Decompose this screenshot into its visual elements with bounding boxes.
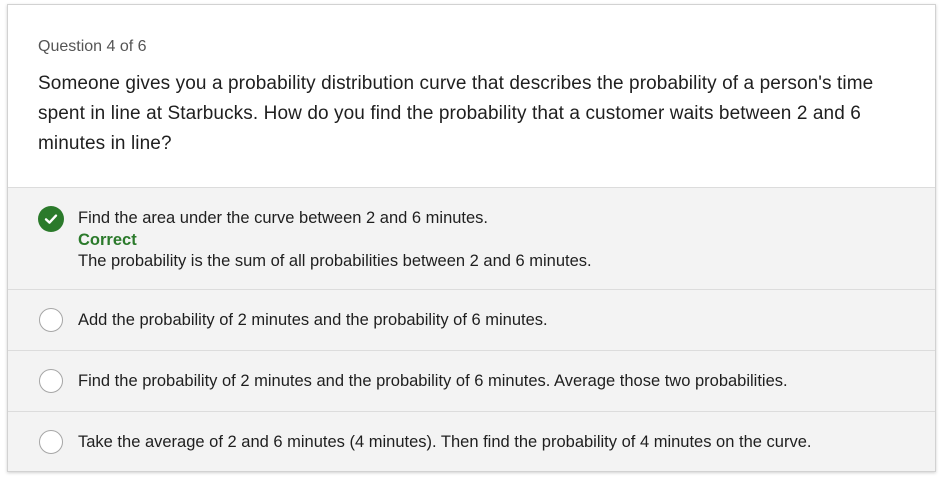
- question-counter: Question 4 of 6: [38, 38, 147, 55]
- answer-option-label: Find the probability of 2 minutes and th…: [78, 371, 788, 390]
- quiz-question-card: Question 4 of 6 Someone gives you a prob…: [7, 4, 936, 472]
- feedback-explanation: The probability is the sum of all probab…: [78, 252, 592, 270]
- answer-option-2[interactable]: Add the probability of 2 minutes and the…: [8, 289, 935, 350]
- answer-option-label: Take the average of 2 and 6 minutes (4 m…: [78, 432, 812, 451]
- feedback-status: Correct: [78, 231, 137, 249]
- checkmark-circle-icon: [38, 206, 64, 232]
- answer-option-label: Add the probability of 2 minutes and the…: [78, 310, 548, 329]
- radio-button[interactable]: [39, 369, 63, 393]
- answer-option-1[interactable]: Find the area under the curve between 2 …: [8, 187, 935, 289]
- answer-option-3[interactable]: Find the probability of 2 minutes and th…: [8, 350, 935, 411]
- answer-options: Find the area under the curve between 2 …: [8, 187, 935, 471]
- answer-option-label: Find the area under the curve between 2 …: [78, 209, 489, 227]
- radio-button[interactable]: [39, 308, 63, 332]
- question-header: Question 4 of 6 Someone gives you a prob…: [8, 5, 935, 187]
- question-prompt: Someone gives you a probability distribu…: [38, 73, 874, 154]
- radio-button[interactable]: [39, 430, 63, 454]
- answer-option-4[interactable]: Take the average of 2 and 6 minutes (4 m…: [8, 411, 935, 471]
